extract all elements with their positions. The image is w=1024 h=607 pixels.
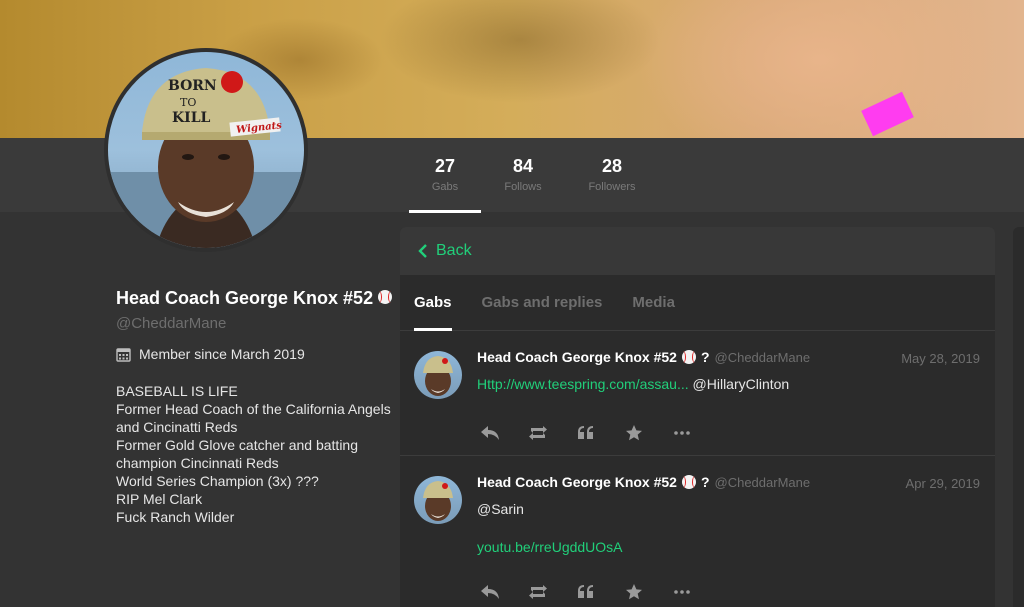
timeline-panel: Back Gabs Gabs and replies Media Head Co… (400, 227, 995, 607)
post-author-name[interactable]: Head Coach George Knox #52 (477, 474, 677, 490)
stat-active-underline (409, 210, 481, 213)
stat-gabs-label: Gabs (431, 181, 459, 193)
post-mention[interactable]: @HillaryClinton (693, 376, 790, 392)
stat-followers-label: Followers (588, 181, 636, 193)
post-author-name[interactable]: Head Coach George Knox #52 (477, 349, 677, 365)
tab-gabs[interactable]: Gabs (414, 275, 452, 331)
banner-magenta-patch (861, 91, 914, 137)
avatar-image: BORN TO KILL Wignats (108, 52, 304, 248)
avatar-face-illustration: BORN TO KILL Wignats (108, 68, 304, 248)
profile-bio: BASEBALL IS LIFE Former Head Coach of th… (116, 383, 391, 525)
chevron-left-icon (418, 244, 427, 258)
post-body: Http://www.teespring.com/assau... @Hilla… (477, 376, 789, 392)
avatar-thumb-illustration (423, 356, 453, 396)
star-icon (626, 425, 642, 441)
right-sidebar-edge (1013, 227, 1024, 607)
post-actions (477, 421, 695, 445)
member-since-text: Member since March 2019 (139, 346, 305, 362)
profile-info: Head Coach George Knox #52 @CheddarMane … (116, 288, 406, 526)
post-author-handle[interactable]: @CheddarMane (715, 350, 811, 365)
baseball-icon (378, 290, 393, 304)
post-actions (477, 580, 695, 604)
back-button[interactable]: Back (400, 227, 995, 275)
stat-followers[interactable]: 28 Followers (580, 156, 644, 193)
svg-text:TO: TO (180, 96, 196, 109)
more-dots-icon (674, 590, 690, 594)
calendar-icon (116, 347, 131, 362)
more-button[interactable] (669, 580, 695, 604)
profile-name: Head Coach George Knox #52 (116, 288, 406, 309)
back-label: Back (436, 242, 472, 259)
repost-icon (529, 426, 547, 440)
post-link[interactable]: Http://www.teespring.com/assau... (477, 376, 689, 392)
timeline-tabs: Gabs Gabs and replies Media (400, 275, 995, 331)
post-body: @Sarin youtu.be/rreUgddUOsA (477, 501, 623, 555)
quote-icon (578, 426, 593, 439)
quote-icon (578, 585, 593, 598)
more-button[interactable] (669, 421, 695, 445)
post-header: Head Coach George Knox #52 ? @CheddarMan… (477, 474, 810, 490)
post-date[interactable]: Apr 29, 2019 (906, 476, 980, 491)
quote-button[interactable] (573, 580, 599, 604)
profile-name-text: Head Coach George Knox #52 (116, 288, 374, 308)
post-name-suffix: ? (700, 349, 710, 365)
post-author-handle[interactable]: @CheddarMane (715, 475, 811, 490)
more-dots-icon (674, 431, 690, 435)
reply-button[interactable] (477, 580, 503, 604)
repost-icon (529, 585, 547, 599)
repost-button[interactable] (525, 421, 551, 445)
post-item[interactable]: Head Coach George Knox #52 ? @CheddarMan… (400, 331, 995, 456)
tab-media[interactable]: Media (632, 275, 675, 331)
stat-gabs[interactable]: 27 Gabs (409, 156, 481, 193)
profile-handle: @CheddarMane (116, 315, 227, 332)
member-since-row: Member since March 2019 (116, 346, 406, 362)
baseball-icon (681, 350, 696, 364)
post-mention[interactable]: @Sarin (477, 501, 623, 517)
svg-text:BORN: BORN (168, 78, 217, 94)
post-link[interactable]: youtu.be/rreUgddUOsA (477, 539, 623, 555)
post-item[interactable]: Head Coach George Knox #52 ? @CheddarMan… (400, 456, 995, 607)
reply-icon (481, 426, 499, 440)
tab-gabs-and-replies[interactable]: Gabs and replies (482, 275, 603, 331)
post-avatar[interactable] (414, 476, 462, 524)
stat-followers-count: 28 (601, 156, 623, 176)
stat-follows-label: Follows (504, 181, 542, 193)
avatar-thumb-illustration (423, 481, 453, 521)
favorite-button[interactable] (621, 421, 647, 445)
svg-text:KILL: KILL (172, 110, 211, 126)
reply-button[interactable] (477, 421, 503, 445)
quote-button[interactable] (573, 421, 599, 445)
stat-gabs-count: 27 (434, 156, 456, 176)
post-name-suffix: ? (700, 474, 710, 490)
profile-avatar[interactable]: BORN TO KILL Wignats (104, 48, 308, 252)
post-date[interactable]: May 28, 2019 (901, 351, 980, 366)
favorite-button[interactable] (621, 580, 647, 604)
star-icon (626, 584, 642, 600)
stat-follows-count: 84 (512, 156, 534, 176)
post-avatar[interactable] (414, 351, 462, 399)
baseball-icon (681, 475, 696, 489)
reply-icon (481, 585, 499, 599)
stat-follows[interactable]: 84 Follows (493, 156, 553, 193)
post-header: Head Coach George Knox #52 ? @CheddarMan… (477, 349, 810, 365)
repost-button[interactable] (525, 580, 551, 604)
